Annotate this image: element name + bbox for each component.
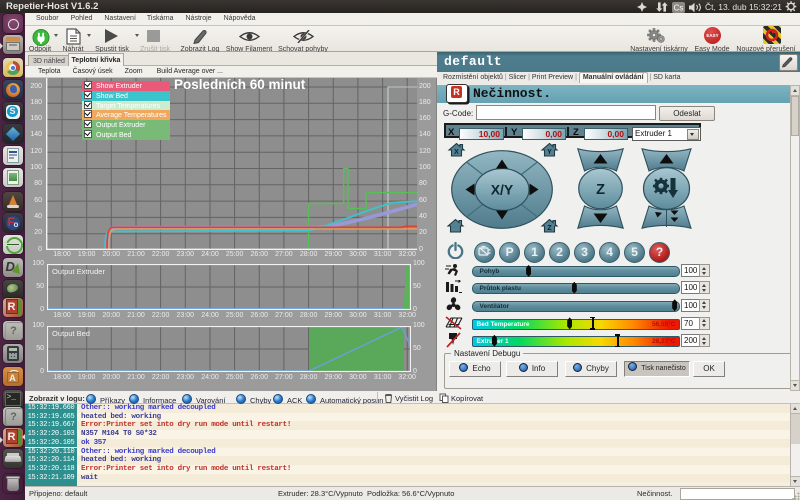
svg-text:X: X (454, 149, 459, 156)
svg-text:Y: Y (547, 149, 552, 156)
svg-text:Output Extruder: Output Extruder (52, 267, 105, 276)
svg-text:X/Y: X/Y (491, 182, 514, 198)
svg-text:Cs: Cs (674, 4, 684, 13)
svg-text:Z: Z (596, 182, 605, 198)
svg-text:Z: Z (547, 225, 552, 232)
svg-text:Output Bed: Output Bed (52, 329, 90, 338)
